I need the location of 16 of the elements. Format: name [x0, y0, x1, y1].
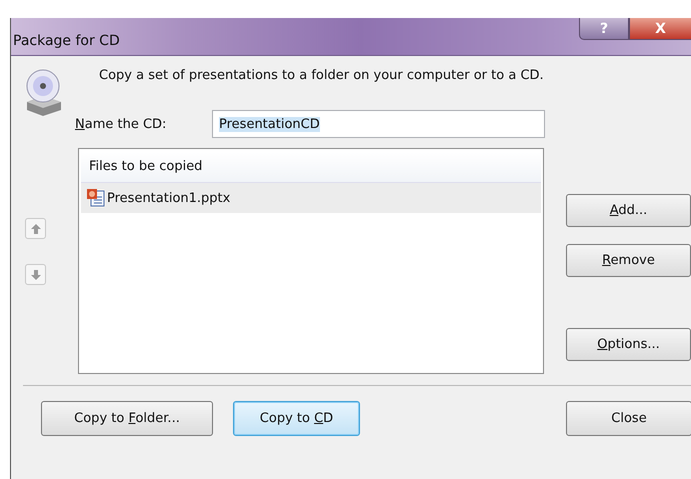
down-arrow-icon [30, 268, 42, 280]
file-row[interactable]: Presentation1.pptx [81, 183, 541, 213]
name-label: Name the CD: [75, 116, 168, 132]
dialog-button[interactable]: Copy to CD [233, 401, 360, 436]
presentation-file-icon [87, 189, 105, 207]
dialog-button[interactable]: Copy to Folder... [41, 401, 213, 436]
cd-name-field[interactable]: PresentationCD [212, 110, 545, 138]
dialog-button[interactable]: Close [566, 401, 691, 436]
up-arrow-icon [30, 222, 42, 234]
window-title: Package for CD [12, 32, 120, 48]
dialog-button[interactable]: Remove [566, 244, 691, 277]
dialog-button[interactable]: Add... [566, 194, 691, 227]
description-text: Copy a set of presentations to a folder on your computer or to a CD. [99, 68, 544, 83]
dialog-button[interactable]: Options... [566, 328, 691, 361]
move-up-button[interactable] [25, 218, 46, 239]
move-down-button[interactable] [25, 264, 46, 285]
